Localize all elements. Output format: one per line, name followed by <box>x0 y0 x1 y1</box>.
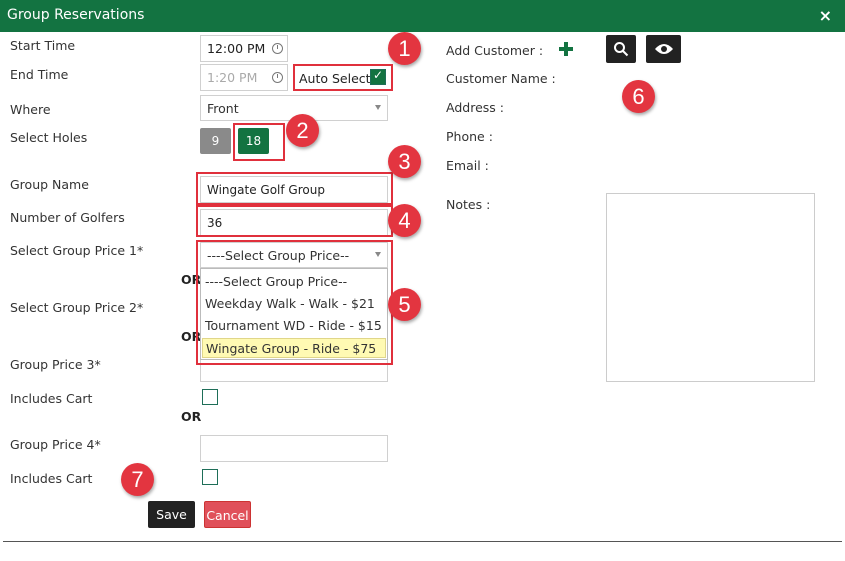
callout-box-1 <box>293 64 393 91</box>
footer-divider <box>3 541 842 542</box>
plus-icon[interactable] <box>558 41 574 57</box>
eye-icon <box>655 44 673 54</box>
group-price-4-label: Group Price 4* <box>10 437 101 452</box>
start-time-label: Start Time <box>10 38 76 53</box>
includes-cart-checkbox-2[interactable] <box>202 469 218 485</box>
includes-cart-label: Includes Cart <box>10 391 93 406</box>
group-price-4-input[interactable] <box>200 435 388 462</box>
search-customer-button[interactable] <box>606 35 636 63</box>
notes-textarea[interactable] <box>606 193 815 382</box>
where-label: Where <box>10 102 51 117</box>
window-title: Group Reservations <box>7 7 145 23</box>
select-holes-label: Select Holes <box>10 130 88 145</box>
callout-box-4 <box>196 205 393 237</box>
end-time-label: End Time <box>10 67 69 82</box>
view-customer-button[interactable] <box>646 35 681 63</box>
add-customer-label: Add Customer : <box>446 43 544 58</box>
clock-icon <box>272 72 283 83</box>
title-bar: Group Reservations × <box>0 0 845 32</box>
cancel-button[interactable]: Cancel <box>204 501 251 528</box>
callout-badge-4: 4 <box>388 204 421 237</box>
start-time-input[interactable]: 12:00 PM <box>200 35 288 62</box>
address-label: Address : <box>446 100 504 115</box>
callout-box-2 <box>233 123 285 161</box>
callout-badge-1: 1 <box>388 32 421 65</box>
callout-badge-5: 5 <box>388 288 421 321</box>
group-name-label: Group Name <box>10 177 89 192</box>
chevron-down-icon <box>375 105 381 110</box>
num-golfers-label: Number of Golfers <box>10 210 125 225</box>
close-icon[interactable]: × <box>819 6 832 25</box>
callout-badge-6: 6 <box>622 80 655 113</box>
callout-badge-7: 7 <box>121 463 154 496</box>
save-button[interactable]: Save <box>148 501 195 528</box>
holes-9-button[interactable]: 9 <box>200 128 231 154</box>
callout-badge-3: 3 <box>388 145 421 178</box>
clock-icon <box>272 43 283 54</box>
notes-label: Notes : <box>446 197 491 212</box>
customer-name-label: Customer Name : <box>446 71 556 86</box>
callout-box-3 <box>196 172 393 205</box>
callout-box-5 <box>196 240 393 365</box>
group-price-1-label: Select Group Price 1* <box>10 243 144 258</box>
group-price-2-label: Select Group Price 2* <box>10 300 144 315</box>
includes-cart-label-2: Includes Cart <box>10 471 93 486</box>
start-time-value: 12:00 PM <box>207 41 266 56</box>
phone-label: Phone : <box>446 129 493 144</box>
search-icon <box>614 42 629 57</box>
end-time-input[interactable]: 1:20 PM <box>200 64 288 91</box>
includes-cart-checkbox-1[interactable] <box>202 389 218 405</box>
end-time-value: 1:20 PM <box>207 70 258 85</box>
or-label-3: OR <box>181 409 202 424</box>
where-value: Front <box>207 101 239 116</box>
email-label: Email : <box>446 158 489 173</box>
callout-badge-2: 2 <box>286 114 319 147</box>
group-price-3-label: Group Price 3* <box>10 357 101 372</box>
